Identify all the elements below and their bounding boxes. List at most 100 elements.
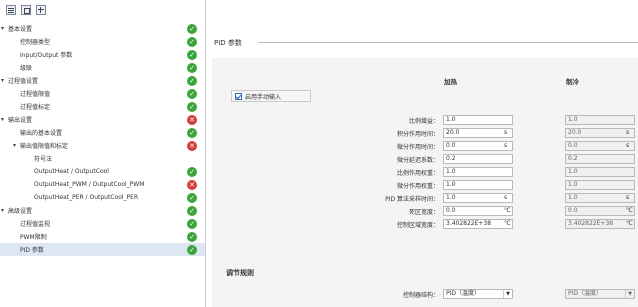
cool-controller-structure-value: PID（温度） (568, 290, 603, 297)
status-ok-icon: ✓ (187, 166, 197, 177)
expand-toggle-icon[interactable]: ▾ (1, 116, 7, 123)
heat-param-input[interactable]: 0.0 (443, 206, 513, 216)
chevron-down-icon[interactable]: ▼ (503, 290, 512, 298)
expand-toggle-icon[interactable]: ▾ (1, 25, 7, 32)
param-label: 比例增益： (408, 118, 439, 125)
param-label: PID 算法采样时间： (385, 196, 439, 203)
section-title: PID 参数 (214, 39, 242, 47)
cool-param-input: 0.0 (565, 206, 635, 216)
cool-param-input: 1.0 (565, 193, 635, 203)
status-ok-icon: ✓ (187, 36, 197, 47)
expand-toggle-icon[interactable]: ▾ (1, 207, 7, 214)
tree-item[interactable]: 控制器类型 ✓ (0, 35, 205, 48)
tree-item[interactable]: ▾ 过程值设置 ✓ (0, 74, 205, 87)
controller-structure-label: 控制器结构： (402, 292, 439, 299)
parameter-view-icon[interactable] (21, 5, 31, 15)
grid-view-icon[interactable] (36, 5, 46, 15)
tree-item-label: Input/Output 参数 (20, 52, 73, 59)
tree-item-label: 过程值标定 (20, 104, 51, 111)
tree-item-label: PID 参数 (20, 247, 44, 254)
tree-item[interactable]: ▾ 输出设置 ✕ (0, 113, 205, 126)
tree-item-label: 控制器类型 (20, 39, 51, 46)
heat-controller-structure-value: PID（温度） (446, 290, 481, 297)
status-ok-icon: ✓ (187, 75, 197, 86)
pane-divider[interactable] (205, 0, 206, 307)
chevron-down-icon: ▼ (625, 290, 634, 298)
tree-item-label: 过程值设置 (8, 78, 39, 85)
heat-param-input[interactable]: 0.0 (443, 141, 513, 151)
cool-param-input: 3.402822E+38 (565, 219, 635, 229)
status-error-icon: ✕ (187, 140, 197, 151)
tree-item[interactable]: ▾ 基本设置 ✓ (0, 22, 205, 35)
status-ok-icon: ✓ (187, 88, 197, 99)
heat-param-unit: s (504, 129, 508, 136)
heat-param-input[interactable]: 20.0 (443, 128, 513, 138)
toolbar (0, 0, 205, 20)
manual-entry-checkbox[interactable] (235, 92, 242, 100)
tree-item[interactable]: 级联 ✓ (0, 61, 205, 74)
tree-item[interactable]: Input/Output 参数 ✓ (0, 48, 205, 61)
tree-item[interactable]: 过程值标定 ✓ (0, 100, 205, 113)
heat-param-unit: s (504, 194, 508, 201)
tree-item[interactable]: PWM限制 ✓ (0, 230, 205, 243)
tree-item-label: 过程值限值 (20, 91, 51, 98)
heat-param-unit: ℃ (504, 220, 511, 227)
tree-item[interactable]: ▾ 高级设置 ✓ (0, 204, 205, 217)
heat-param-input[interactable]: 1.0 (443, 115, 513, 125)
heat-param-input[interactable]: 1.0 (443, 180, 513, 190)
cool-controller-structure-select: PID（温度） ▼ (565, 289, 635, 299)
expand-toggle-icon[interactable]: ▾ (1, 77, 7, 84)
tree-item[interactable]: PID 参数 ✓ (0, 243, 205, 256)
heat-param-input[interactable]: 1.0 (443, 193, 513, 203)
cool-param-input: 1.0 (565, 115, 635, 125)
cool-param-unit: s (626, 129, 630, 136)
cool-param-unit: ℃ (626, 220, 633, 227)
heat-param-input[interactable]: 3.402822E+38 (443, 219, 513, 229)
manual-entry-label: 启用手动输入 (245, 93, 282, 101)
status-ok-icon: ✓ (187, 218, 197, 229)
settings-tree: ▾ 基本设置 ✓ 控制器类型 ✓ Input/Output 参数 ✓ 级联 ✓ ▾ 过程值设置 ✓ 过程… (0, 22, 205, 307)
tree-item[interactable]: 过程值监视 ✓ (0, 217, 205, 230)
tree-item[interactable]: 输出的基本设置 ✓ (0, 126, 205, 139)
cool-param-input: 0.2 (565, 154, 635, 164)
tree-item[interactable]: OutputHeat / OutputCool ✓ (0, 165, 205, 178)
cool-param-unit: s (626, 194, 630, 201)
tree-item-label: 级联 (20, 65, 33, 72)
cool-param-input: 1.0 (565, 167, 635, 177)
heat-param-input[interactable]: 1.0 (443, 167, 513, 177)
heat-param-unit: ℃ (504, 207, 511, 214)
status-ok-icon: ✓ (187, 205, 197, 216)
manual-entry-toggle[interactable]: 启用手动输入 (231, 90, 311, 102)
cool-param-input: 1.0 (565, 180, 635, 190)
heat-param-input[interactable]: 0.2 (443, 154, 513, 164)
param-label: 微分作用权重： (396, 183, 439, 190)
tree-item-label: 输出设置 (8, 117, 33, 124)
status-ok-icon: ✓ (187, 244, 197, 255)
tree-item-label: 符号法 (34, 156, 53, 163)
heat-controller-structure-select[interactable]: PID（温度） ▼ (443, 289, 513, 299)
tree-item[interactable]: ▾ 输出值限值和标定 ✕ (0, 139, 205, 152)
list-view-icon[interactable] (6, 5, 16, 15)
status-error-icon: ✕ (187, 179, 197, 190)
tree-item[interactable]: OutputHeat_PER / OutputCool_PER ✓ (0, 191, 205, 204)
status-ok-icon: ✓ (187, 231, 197, 242)
tree-item-label: OutputHeat_PER / OutputCool_PER (34, 194, 139, 201)
tree-item-label: 输出值限值和标定 (20, 143, 69, 150)
tree-item-label: 基本设置 (8, 26, 33, 33)
tree-item-label: 高级设置 (8, 208, 33, 215)
param-label: 比例作用权重： (396, 170, 439, 177)
tree-item[interactable]: 过程值限值 ✓ (0, 87, 205, 100)
tree-item-label: OutputHeat / OutputCool (34, 168, 109, 175)
status-ok-icon: ✓ (187, 192, 197, 203)
expand-toggle-icon[interactable]: ▾ (13, 142, 19, 149)
cool-param-unit: ℃ (626, 207, 633, 214)
param-label: 微分作用时间： (396, 144, 439, 151)
control-rule-title: 调节规则 (226, 269, 254, 277)
section-divider (258, 42, 638, 43)
tree-item[interactable]: 符号法 (0, 152, 205, 165)
tree-item[interactable]: OutputHeat_PWM / OutputCool_PWM ✕ (0, 178, 205, 191)
heat-column-header: 加热 (444, 78, 457, 86)
cool-param-input: 20.0 (565, 128, 635, 138)
status-ok-icon: ✓ (187, 101, 197, 112)
tree-item-label: PWM限制 (20, 234, 47, 241)
